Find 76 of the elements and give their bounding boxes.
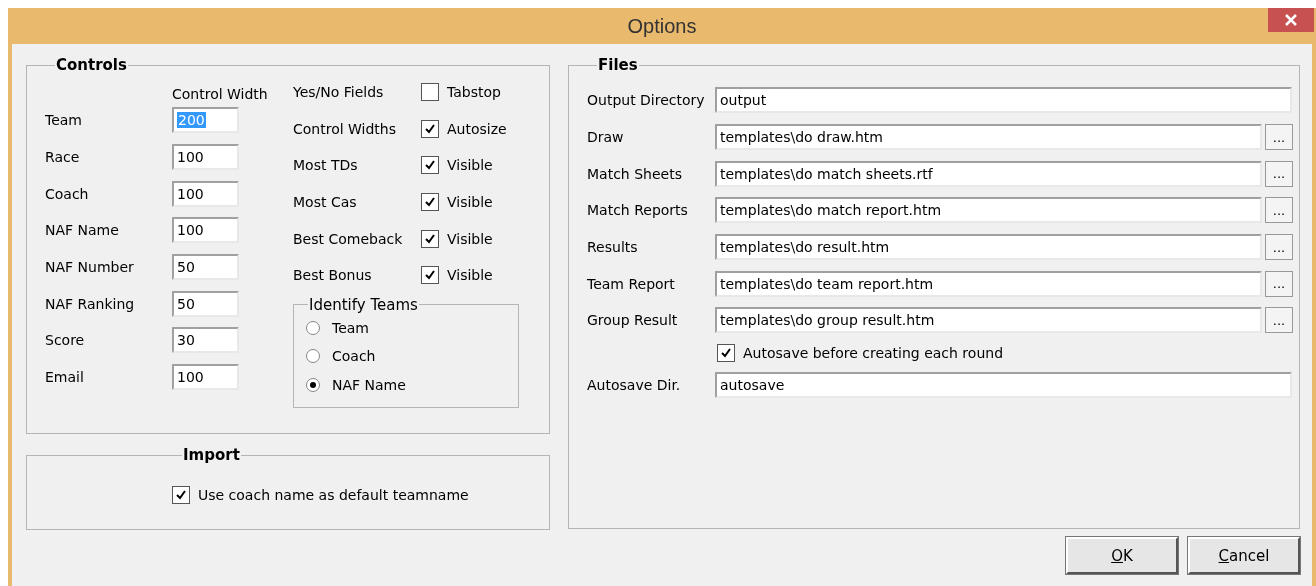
field-label: NAF Number <box>45 259 135 276</box>
width-field[interactable]: 30 <box>172 327 239 354</box>
path-field[interactable]: output <box>715 87 1292 114</box>
field-label: Control Widths <box>293 120 398 137</box>
dialog-button[interactable]: Cancel <box>1188 537 1300 574</box>
path-field[interactable]: templates\do team report.htm <box>715 270 1262 297</box>
browse-button[interactable]: ... <box>1265 160 1293 187</box>
checkbox-label: Visible <box>447 230 493 247</box>
field-label: Best Bonus <box>293 267 373 284</box>
group-title: Controls <box>55 56 128 74</box>
radio-label: NAF Name <box>332 376 406 393</box>
checkbox-label: Visible <box>447 194 493 211</box>
field-label: Group Result <box>587 312 679 329</box>
field-label: NAF Ranking <box>45 295 136 312</box>
check-icon <box>174 488 188 502</box>
field-label: Draw <box>587 129 625 146</box>
field-label: NAF Name <box>45 222 120 239</box>
checkbox[interactable] <box>717 343 735 362</box>
field-label: Best Comeback <box>293 230 404 247</box>
path-field[interactable]: templates\do match sheets.rtf <box>715 160 1262 187</box>
field-label: Team Report <box>587 275 676 292</box>
group-title: Identify Teams <box>308 295 419 314</box>
browse-button[interactable]: ... <box>1265 234 1293 261</box>
path-field[interactable]: autosave <box>715 372 1292 399</box>
width-field[interactable]: 100 <box>172 217 239 244</box>
radio-label: Coach <box>332 348 376 365</box>
field-label: Most TDs <box>293 157 359 174</box>
checkbox[interactable] <box>421 83 439 102</box>
field-label: Match Sheets <box>587 165 683 182</box>
group-title: Import <box>182 446 241 464</box>
field-label: Results <box>587 239 639 256</box>
window-title: Options <box>627 14 697 38</box>
field-label: Output Directory <box>587 92 706 109</box>
close-button[interactable] <box>1268 8 1314 32</box>
checkbox[interactable] <box>421 119 439 138</box>
field-label: Match Reports <box>587 202 689 219</box>
field-label: Score <box>45 332 86 349</box>
browse-button[interactable]: ... <box>1265 124 1293 151</box>
field-label: Autosave Dir. <box>587 377 682 394</box>
checkbox[interactable] <box>172 486 190 504</box>
checkbox-label: Autosave before creating each round <box>743 344 1004 361</box>
width-field[interactable]: 100 <box>172 180 239 207</box>
checkbox-label: Use coach name as default teamname <box>198 487 469 503</box>
width-field[interactable]: 50 <box>172 290 239 317</box>
close-icon <box>1284 13 1298 27</box>
field-label: Coach <box>45 185 90 202</box>
browse-button[interactable]: ... <box>1265 270 1293 297</box>
browse-button[interactable]: ... <box>1265 307 1293 334</box>
column-header: Control Width <box>172 86 268 102</box>
width-field[interactable]: 100 <box>172 364 239 391</box>
path-field[interactable]: templates\do draw.htm <box>715 124 1262 151</box>
dialog-button[interactable]: OK <box>1066 537 1178 574</box>
group-title: Files <box>597 56 639 74</box>
checkbox-label: Visible <box>447 157 493 174</box>
field-label: Most Cas <box>293 194 358 211</box>
browse-button[interactable]: ... <box>1265 197 1293 224</box>
radio-button[interactable] <box>306 320 320 335</box>
path-field[interactable]: templates\do result.htm <box>715 234 1262 261</box>
field-label: Team <box>45 112 83 129</box>
field-label: Yes/No Fields <box>293 84 385 101</box>
checkbox[interactable] <box>421 229 439 248</box>
width-field[interactable]: 50 <box>172 254 239 281</box>
checkbox[interactable] <box>421 156 439 175</box>
checkbox[interactable] <box>421 266 439 285</box>
radio-button[interactable] <box>306 349 320 364</box>
radio-button[interactable] <box>306 377 320 392</box>
checkbox[interactable] <box>421 193 439 212</box>
checkbox-label: Visible <box>447 267 493 284</box>
checkbox-label: Tabstop <box>447 84 501 101</box>
checkbox-label: Autosize <box>447 120 507 137</box>
width-field[interactable]: 100 <box>172 144 239 171</box>
field-label: Race <box>45 149 81 166</box>
radio-label: Team <box>332 319 369 336</box>
path-field[interactable]: templates\do group result.htm <box>715 307 1262 334</box>
field-label: Email <box>45 369 85 386</box>
path-field[interactable]: templates\do match report.htm <box>715 197 1262 224</box>
